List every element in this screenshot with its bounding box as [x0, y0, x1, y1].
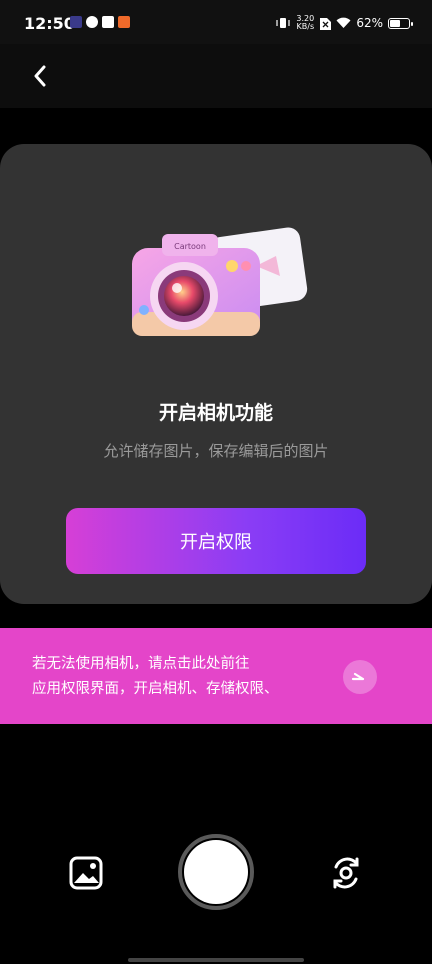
sync-app-icon [86, 16, 98, 28]
home-indicator [128, 958, 304, 962]
switch-camera-button[interactable] [328, 855, 364, 891]
no-sim-icon [320, 17, 332, 30]
banner-text: 若无法使用相机，请点击此处前往 应用权限界面，开启相机、存储权限、 [32, 652, 322, 702]
shutter-button[interactable] [178, 834, 254, 910]
status-app-icons [70, 16, 130, 28]
arrow-right-icon [351, 672, 365, 681]
status-right: 3.20 KB/s 62% [276, 15, 413, 31]
card-title: 开启相机功能 [158, 402, 273, 424]
header [0, 44, 432, 108]
card-subtitle: 允许储存图片，保存编辑后的图片 [103, 442, 329, 460]
wifi-icon [336, 17, 351, 28]
status-bar: 12:50 3.20 KB/s 62% [0, 0, 432, 44]
shop-app-icon [118, 16, 130, 28]
chevron-left-icon [34, 65, 46, 87]
video-app-icon [70, 16, 82, 28]
camera-illustration: Cartoon [132, 227, 308, 336]
shutter-inner [184, 840, 248, 904]
switch-camera-icon [333, 857, 359, 889]
mail-app-icon [102, 16, 114, 28]
enable-permission-button[interactable]: 开启权限 [66, 508, 366, 574]
permission-card: Cartoon 开启相机功能 允许储存图片，保存编辑后的图片 开启权限 [0, 144, 432, 604]
banner-line-2: 应用权限界面，开启相机、存储权限、 [32, 681, 279, 697]
camera-brand-text: Cartoon [174, 242, 206, 251]
net-speed: 3.20 KB/s [295, 15, 315, 31]
status-time: 12:50 [24, 14, 75, 33]
banner-line-1: 若无法使用相机，请点击此处前往 [32, 656, 250, 672]
gallery-button[interactable] [68, 855, 104, 891]
battery-text: 62% [356, 16, 383, 30]
back-button[interactable] [24, 60, 56, 92]
vibrate-icon [276, 18, 290, 28]
net-speed-unit: KB/s [296, 22, 315, 31]
battery-icon [388, 17, 413, 29]
image-icon [69, 856, 103, 890]
banner-arrow-button[interactable] [343, 660, 377, 694]
